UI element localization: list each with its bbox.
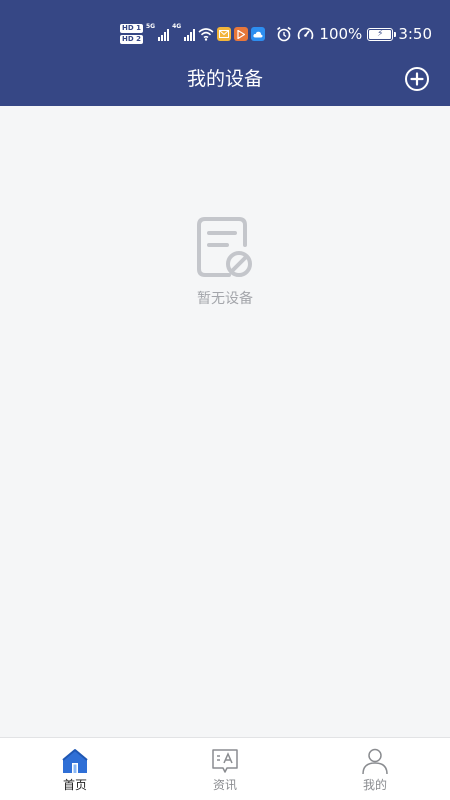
- tab-profile[interactable]: 我的: [300, 738, 450, 800]
- alarm-icon: [277, 26, 292, 42]
- status-bar: HD 1 HD 2 5G 4G 100% ⚡ 3:50: [0, 0, 450, 56]
- mail-app-icon: [217, 27, 232, 41]
- status-right: 100% ⚡ 3:50: [276, 22, 432, 46]
- network-type-2: 4G: [172, 23, 182, 30]
- tab-home[interactable]: 首页: [0, 738, 150, 800]
- wifi-icon: [198, 28, 214, 41]
- news-icon: [212, 749, 238, 773]
- sim1-badge: HD 1: [120, 24, 143, 33]
- video-app-icon: [234, 27, 249, 41]
- tab-profile-label: 我的: [362, 778, 387, 792]
- tab-news[interactable]: 资讯: [150, 738, 300, 800]
- app-header: HD 1 HD 2 5G 4G 100% ⚡ 3:50 我的设备: [0, 0, 450, 106]
- speed-icon: [298, 27, 314, 40]
- status-left: HD 1 HD 2 5G 4G: [120, 20, 266, 48]
- sim2-badge: HD 2: [120, 35, 143, 44]
- empty-state: 暂无设备: [0, 215, 450, 309]
- charging-bolt-icon: ⚡: [377, 28, 384, 39]
- battery-icon: ⚡: [367, 27, 397, 41]
- signal-icon-2: [184, 27, 196, 41]
- bottom-tab-bar: 首页 资讯 我的: [0, 737, 450, 800]
- tab-news-label: 资讯: [212, 778, 237, 792]
- no-device-icon: [197, 217, 252, 277]
- battery-percent: 100%: [319, 25, 363, 43]
- plus-circle-icon[interactable]: [404, 66, 430, 92]
- clock: 3:50: [398, 25, 432, 43]
- cloud-app-icon: [251, 27, 266, 41]
- network-type-1: 5G: [145, 23, 156, 30]
- page-title: 我的设备: [186, 68, 263, 90]
- tab-home-label: 首页: [62, 778, 87, 792]
- home-icon: [62, 749, 88, 773]
- empty-state-text: 暂无设备: [197, 291, 253, 307]
- profile-icon: [362, 748, 388, 775]
- signal-icon: [158, 27, 170, 41]
- sim-indicators: HD 1 HD 2: [120, 24, 143, 44]
